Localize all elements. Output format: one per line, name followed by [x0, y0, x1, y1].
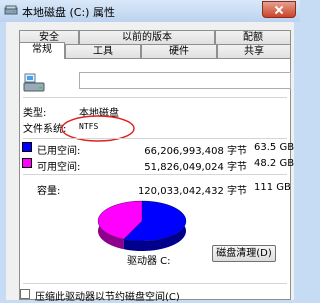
- capacity-bytes: 120,033,042,432 字节: [137, 186, 247, 197]
- used-space-swatch: [22, 142, 32, 152]
- free-space-bytes: 51,826,049,024 字节: [144, 162, 247, 173]
- capacity-label: 容量:: [37, 186, 61, 197]
- disk-cleanup-button[interactable]: 磁盘清理(D): [212, 245, 276, 262]
- compress-checkbox[interactable]: [20, 289, 30, 299]
- drive-icon: [4, 5, 18, 15]
- tab-previous-versions[interactable]: 以前的版本: [79, 30, 215, 44]
- capacity-size: 111 GB: [254, 182, 291, 193]
- tab-hardware[interactable]: 硬件: [141, 44, 217, 58]
- window-title: 本地磁盘 (C:) 属性: [22, 6, 115, 19]
- separator: [23, 174, 287, 175]
- free-space-size: 48.2 GB: [254, 158, 295, 169]
- tab-general[interactable]: 常规: [19, 42, 65, 59]
- title-bar: 本地磁盘 (C:) 属性: [0, 0, 300, 22]
- type-label: 类型:: [23, 108, 47, 119]
- drive-name-input[interactable]: [79, 72, 291, 89]
- close-button[interactable]: [262, 1, 296, 18]
- free-space-label: 可用空间:: [37, 162, 81, 173]
- free-space-swatch: [22, 158, 32, 168]
- compress-label: 压缩此驱动器以节约磁盘空间(C): [35, 292, 180, 303]
- used-space-bytes: 66,206,993,408 字节: [144, 146, 247, 157]
- tab-sharing[interactable]: 共享: [217, 44, 291, 58]
- separator: [23, 283, 287, 284]
- used-space-size: 63.5 GB: [254, 142, 295, 153]
- separator: [23, 97, 287, 98]
- drive-label: 驱动器 C:: [127, 256, 171, 267]
- tab-quota[interactable]: 配额: [215, 30, 291, 44]
- disk-usage-pie-chart: [97, 200, 187, 251]
- used-space-label: 已用空间:: [37, 146, 81, 157]
- local-disk-icon: [23, 73, 45, 92]
- tab-tools[interactable]: 工具: [65, 44, 141, 58]
- separator: [23, 138, 287, 139]
